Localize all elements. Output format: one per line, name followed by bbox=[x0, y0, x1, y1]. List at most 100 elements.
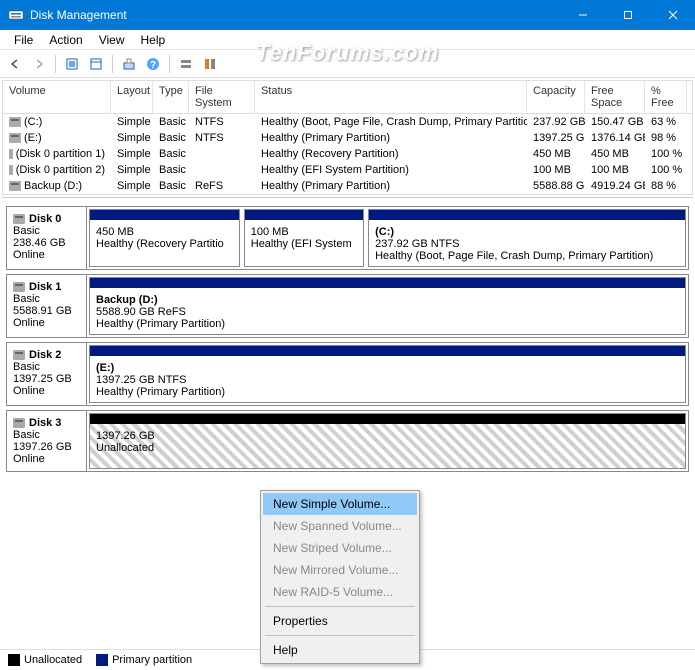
toolbar-btn-3[interactable] bbox=[118, 53, 140, 75]
volume-status: Healthy (Boot, Page File, Crash Dump, Pr… bbox=[255, 115, 527, 129]
context-item[interactable]: Help bbox=[263, 639, 417, 661]
context-menu: New Simple Volume...New Spanned Volume..… bbox=[260, 490, 420, 664]
disk-name: Disk 2 bbox=[29, 349, 61, 361]
disk-type: Basic bbox=[13, 361, 80, 373]
forward-button[interactable] bbox=[28, 53, 50, 75]
toolbar-btn-6[interactable] bbox=[199, 53, 221, 75]
toolbar: ? bbox=[0, 50, 695, 78]
minimize-button[interactable] bbox=[560, 0, 605, 30]
volume-fs: ReFS bbox=[189, 179, 255, 193]
help-button[interactable]: ? bbox=[142, 53, 164, 75]
volume-name: Backup (D:) bbox=[24, 180, 82, 192]
menu-view[interactable]: View bbox=[91, 31, 133, 49]
disk-size: 1397.25 GB bbox=[13, 373, 80, 385]
svg-text:?: ? bbox=[150, 60, 156, 71]
partition-desc: Healthy (Primary Partition) bbox=[96, 318, 225, 330]
volume-free: 100 MB bbox=[585, 163, 645, 177]
volume-type: Basic bbox=[153, 147, 189, 161]
partition-size: 1397.25 GB NTFS bbox=[96, 374, 187, 386]
toolbar-btn-5[interactable] bbox=[175, 53, 197, 75]
volume-list: Volume Layout Type File System Status Ca… bbox=[2, 80, 693, 195]
disk-label[interactable]: Disk 3Basic1397.26 GBOnline bbox=[7, 411, 87, 471]
partition-desc: Healthy (Primary Partition) bbox=[96, 386, 225, 398]
volume-row[interactable]: Backup (D:) SimpleBasicReFSHealthy (Prima… bbox=[3, 178, 692, 194]
volume-pct: 98 % bbox=[645, 131, 687, 145]
partition-size: 1397.26 GB bbox=[96, 430, 155, 442]
disk-label[interactable]: Disk 1Basic5588.91 GBOnline bbox=[7, 275, 87, 337]
volume-fs: NTFS bbox=[189, 115, 255, 129]
partition-desc: Healthy (Boot, Page File, Crash Dump, Pr… bbox=[375, 250, 653, 262]
volume-type: Basic bbox=[153, 115, 189, 129]
col-status[interactable]: Status bbox=[255, 81, 527, 113]
partition-desc: Healthy (EFI System bbox=[251, 238, 352, 250]
volume-row[interactable]: (C:)SimpleBasicNTFSHealthy (Boot, Page F… bbox=[3, 114, 692, 130]
col-pctfree[interactable]: % Free bbox=[645, 81, 687, 113]
disk-panel: Disk 0Basic238.46 GBOnline450 MBHealthy … bbox=[2, 197, 693, 476]
disk-size: 5588.91 GB bbox=[13, 305, 80, 317]
col-layout[interactable]: Layout bbox=[111, 81, 153, 113]
disk-label[interactable]: Disk 2Basic1397.25 GBOnline bbox=[7, 343, 87, 405]
partition-desc: Healthy (Recovery Partitio bbox=[96, 238, 224, 250]
refresh-button[interactable] bbox=[61, 53, 83, 75]
context-separator bbox=[265, 606, 415, 607]
maximize-button[interactable] bbox=[605, 0, 650, 30]
col-capacity[interactable]: Capacity bbox=[527, 81, 585, 113]
col-type[interactable]: Type bbox=[153, 81, 189, 113]
volume-name: (E:) bbox=[24, 132, 42, 144]
volume-name: (Disk 0 partition 1) bbox=[16, 148, 105, 160]
context-item: New Mirrored Volume... bbox=[263, 559, 417, 581]
disk-label[interactable]: Disk 0Basic238.46 GBOnline bbox=[7, 207, 87, 269]
menu-file[interactable]: File bbox=[6, 31, 41, 49]
disk-icon bbox=[13, 214, 25, 224]
partition[interactable]: 1397.26 GBUnallocated bbox=[89, 413, 686, 469]
partition[interactable]: 100 MBHealthy (EFI System bbox=[244, 209, 364, 267]
menu-action[interactable]: Action bbox=[41, 31, 90, 49]
partition[interactable]: Backup (D:)5588.90 GB ReFSHealthy (Prima… bbox=[89, 277, 686, 335]
swatch-unallocated bbox=[8, 654, 20, 666]
disk-name: Disk 1 bbox=[29, 281, 61, 293]
volume-layout: Simple bbox=[111, 147, 153, 161]
volume-capacity: 450 MB bbox=[527, 147, 585, 161]
volume-free: 1376.14 GB bbox=[585, 131, 645, 145]
volume-status: Healthy (Primary Partition) bbox=[255, 179, 527, 193]
context-separator bbox=[265, 635, 415, 636]
volume-list-header: Volume Layout Type File System Status Ca… bbox=[3, 81, 692, 114]
volume-row[interactable]: (E:)SimpleBasicNTFSHealthy (Primary Part… bbox=[3, 130, 692, 146]
volume-layout: Simple bbox=[111, 179, 153, 193]
volume-type: Basic bbox=[153, 179, 189, 193]
volume-layout: Simple bbox=[111, 131, 153, 145]
volume-icon bbox=[9, 117, 21, 127]
partition[interactable]: (C:)237.92 GB NTFSHealthy (Boot, Page Fi… bbox=[368, 209, 686, 267]
volume-status: Healthy (EFI System Partition) bbox=[255, 163, 527, 177]
context-item[interactable]: New Simple Volume... bbox=[263, 493, 417, 515]
col-filesystem[interactable]: File System bbox=[189, 81, 255, 113]
volume-name: (Disk 0 partition 2) bbox=[16, 164, 105, 176]
volume-layout: Simple bbox=[111, 163, 153, 177]
close-button[interactable] bbox=[650, 0, 695, 30]
back-button[interactable] bbox=[4, 53, 26, 75]
col-freespace[interactable]: Free Space bbox=[585, 81, 645, 113]
disk-type: Basic bbox=[13, 225, 80, 237]
disk-name: Disk 0 bbox=[29, 213, 61, 225]
partition[interactable]: 450 MBHealthy (Recovery Partitio bbox=[89, 209, 240, 267]
context-item: New Striped Volume... bbox=[263, 537, 417, 559]
toolbar-btn-2[interactable] bbox=[85, 53, 107, 75]
volume-icon bbox=[9, 181, 21, 191]
disk-icon bbox=[13, 350, 25, 360]
volume-row[interactable]: (Disk 0 partition 2) SimpleBasic Healthy (… bbox=[3, 162, 692, 178]
disk-icon bbox=[13, 282, 25, 292]
disk-status: Online bbox=[13, 249, 80, 261]
menu-help[interactable]: Help bbox=[133, 31, 174, 49]
col-volume[interactable]: Volume bbox=[3, 81, 111, 113]
menubar: File Action View Help bbox=[0, 30, 695, 50]
volume-row[interactable]: (Disk 0 partition 1)SimpleBasicHealthy (… bbox=[3, 146, 692, 162]
volume-capacity: 1397.25 GB bbox=[527, 131, 585, 145]
app-icon bbox=[8, 7, 24, 23]
disk-icon bbox=[13, 418, 25, 428]
volume-free: 4919.24 GB bbox=[585, 179, 645, 193]
context-item[interactable]: Properties bbox=[263, 610, 417, 632]
volume-type: Basic bbox=[153, 163, 189, 177]
volume-status: Healthy (Primary Partition) bbox=[255, 131, 527, 145]
titlebar: Disk Management bbox=[0, 0, 695, 30]
partition[interactable]: (E:)1397.25 GB NTFSHealthy (Primary Part… bbox=[89, 345, 686, 403]
